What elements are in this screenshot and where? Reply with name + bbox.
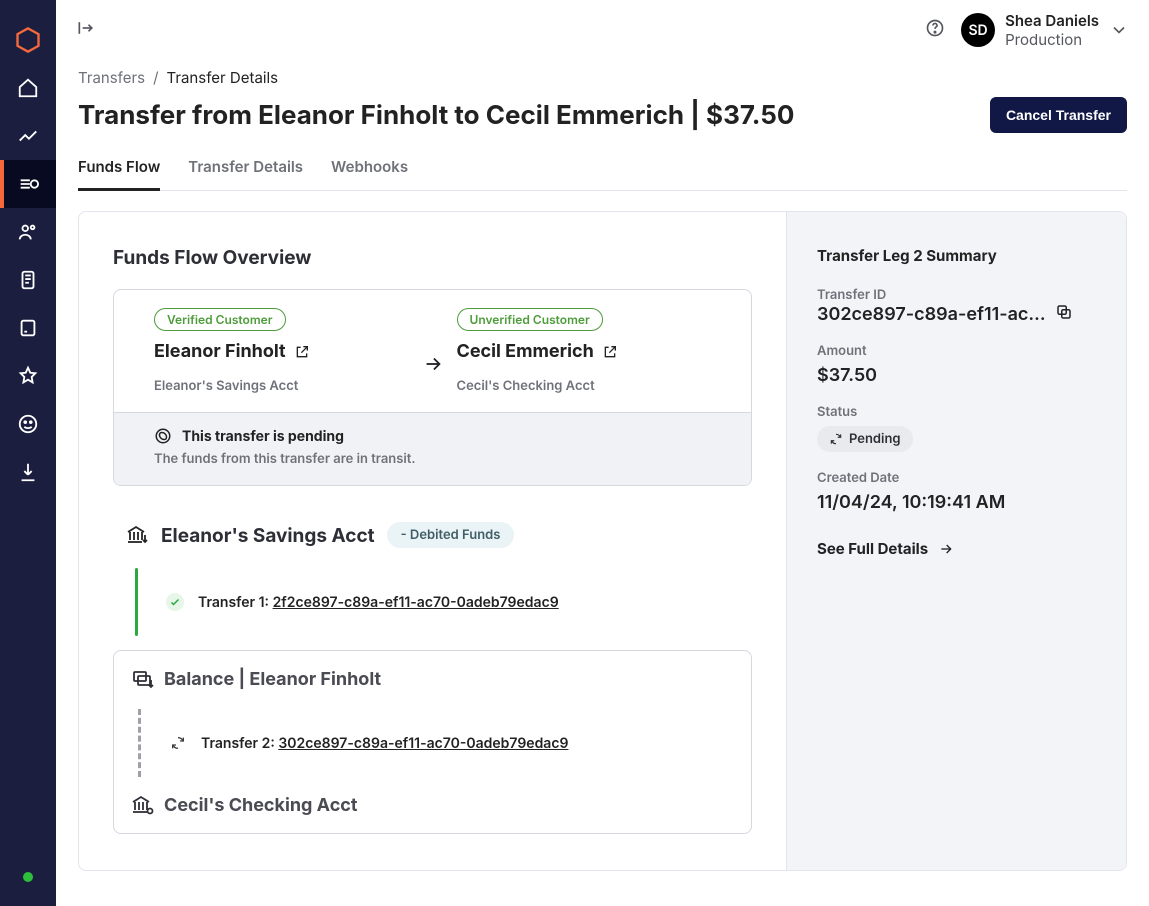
from-customer-name: Eleanor Finholt [154,341,286,362]
amount-value: $37.50 [817,365,1096,386]
sync-icon [169,734,187,752]
app-logo[interactable] [0,16,56,64]
crumb-sep: / [153,68,158,87]
arrow-right-icon [417,327,449,375]
sidebar [0,0,56,906]
transfer-leg-1: Transfer 1: 2f2ce897-c89a-ef11-ac70-0ade… [135,568,752,636]
nav-statements[interactable] [0,304,56,352]
pending-icon [154,427,172,445]
account-in-icon [130,793,154,817]
user-environment: Production [1005,30,1099,49]
from-customer-link[interactable]: Eleanor Finholt [154,341,409,362]
summary-panel: Transfer Leg 2 Summary Transfer ID 302ce… [786,212,1126,870]
from-verification-chip: Verified Customer [154,308,286,331]
transfer-id-label: Transfer ID [817,287,1096,303]
flow-section: Eleanor's Savings Acct - Debited Funds T… [113,522,752,834]
pending-banner: This transfer is pending The funds from … [114,412,751,485]
status-chip: Pending [817,426,913,452]
transfer-leg-2: Transfer 2: 302ce897-c89a-ef11-ac70-0ade… [138,709,735,777]
see-full-label: See Full Details [817,539,928,558]
topbar: SD Shea Daniels Production [56,0,1149,60]
nav-customers[interactable] [0,208,56,256]
debited-pill: - Debited Funds [387,522,515,548]
leg-2-bar [138,709,141,777]
status-icon [829,432,843,446]
leg-1-id-link[interactable]: 2f2ce897-c89a-ef11-ac70-0adeb79edac9 [273,594,559,611]
nav-reports[interactable] [0,256,56,304]
status-indicator [23,872,33,882]
to-customer-link[interactable]: Cecil Emmerich [457,341,712,362]
crumb-parent[interactable]: Transfers [78,68,145,87]
tab-webhooks[interactable]: Webhooks [331,149,408,190]
balance-icon [130,667,154,691]
to-customer-name: Cecil Emmerich [457,341,594,362]
check-icon [166,593,184,611]
nav-help[interactable] [0,400,56,448]
cancel-transfer-button[interactable]: Cancel Transfer [990,97,1127,133]
to-verification-chip: Unverified Customer [457,308,603,331]
created-value: 11/04/24, 10:19:41 AM [817,492,1096,513]
breadcrumb: Transfers / Transfer Details [78,68,1127,87]
status-value: Pending [849,431,901,447]
party-card: Verified Customer Eleanor Finholt Eleano… [113,289,752,486]
see-full-details-link[interactable]: See Full Details [817,539,1096,558]
transfer-id-value: 302ce897-c89a-ef11-ac70-0ad… [817,304,1047,325]
nav-downloads[interactable] [0,448,56,496]
copy-icon[interactable] [1055,303,1073,325]
crumb-current: Transfer Details [167,68,279,87]
tabs: Funds Flow Transfer Details Webhooks [78,149,1127,191]
source-account-title: Eleanor's Savings Acct [161,524,375,547]
nav-analytics[interactable] [0,112,56,160]
leg-1-bar [135,568,138,636]
tab-funds-flow[interactable]: Funds Flow [78,149,160,191]
pending-title: This transfer is pending [182,428,344,445]
from-account: Eleanor's Savings Acct [154,378,409,394]
account-out-icon [125,523,149,547]
amount-label: Amount [817,343,1096,359]
balance-box: Balance | Eleanor Finholt Transfer 2: 30… [113,650,752,834]
page-header: Transfers / Transfer Details Transfer fr… [56,60,1149,191]
leg-2-label: Transfer 2: [201,735,278,752]
leg-1-label: Transfer 1: [198,594,273,611]
created-label: Created Date [817,470,1096,486]
arrow-right-icon [938,541,954,557]
open-in-new-icon [294,344,310,360]
open-in-new-icon [602,344,618,360]
exit-collapse-icon[interactable] [76,18,96,42]
user-menu[interactable]: SD Shea Daniels Production [961,11,1129,49]
avatar: SD [961,13,995,47]
nav-favorites[interactable] [0,352,56,400]
balance-title-text: Balance | Eleanor Finholt [164,669,381,690]
leg-2-id-link[interactable]: 302ce897-c89a-ef11-ac70-0adeb79edac9 [278,735,568,752]
nav-transfers[interactable] [0,160,56,208]
dest-account-title: Cecil's Checking Acct [164,795,357,816]
tab-transfer-details[interactable]: Transfer Details [188,149,303,190]
user-name: Shea Daniels [1005,11,1099,30]
to-account: Cecil's Checking Acct [457,378,712,394]
chevron-down-icon [1109,20,1129,40]
status-label: Status [817,404,1096,420]
overview-heading: Funds Flow Overview [113,246,752,269]
nav-home[interactable] [0,64,56,112]
summary-heading: Transfer Leg 2 Summary [817,246,1096,265]
pending-subtitle: The funds from this transfer are in tran… [154,451,711,467]
page-title: Transfer from Eleanor Finholt to Cecil E… [78,100,794,131]
help-icon[interactable] [925,18,945,42]
